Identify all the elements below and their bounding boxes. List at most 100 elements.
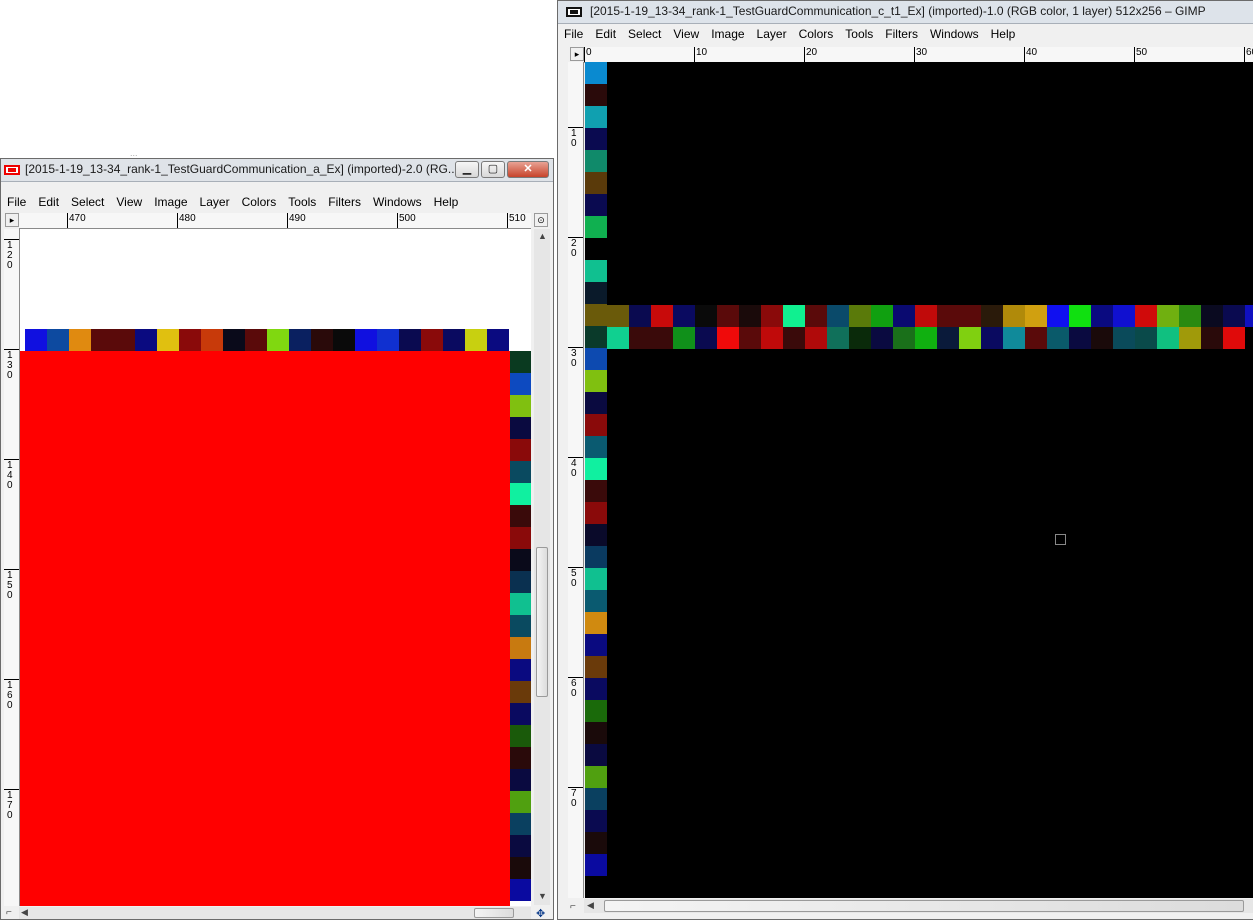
pixel-cell <box>739 327 761 349</box>
scroll-down-icon[interactable]: ▼ <box>538 891 547 901</box>
pixel-cell <box>673 305 695 327</box>
menu-edit[interactable]: Edit <box>32 195 65 209</box>
pixel-cell <box>585 414 607 436</box>
ruler-tick-label: 510 <box>509 213 526 224</box>
pixel-cell <box>245 329 267 351</box>
menu-filters[interactable]: Filters <box>322 195 367 209</box>
pixel-cell <box>915 305 937 327</box>
red-fill-region <box>20 351 510 906</box>
menu-filters[interactable]: Filters <box>879 27 924 41</box>
menu-select[interactable]: Select <box>622 27 667 41</box>
pixel-cell <box>585 722 607 744</box>
pixel-cell <box>585 436 607 458</box>
pixel-cell <box>585 84 607 106</box>
pixel-cell <box>1201 327 1223 349</box>
pixel-cell <box>510 461 531 483</box>
pixel-cell <box>585 62 607 84</box>
pixel-cell <box>1025 327 1047 349</box>
ruler-tick-mark <box>1134 47 1135 62</box>
pixel-cell <box>1113 327 1135 349</box>
window-a-titlebar[interactable]: [2015-1-19_13-34_rank-1_TestGuardCommuni… <box>1 159 553 182</box>
menu-tools[interactable]: Tools <box>282 195 322 209</box>
canvas-c[interactable] <box>585 62 1253 898</box>
pixel-cell <box>1003 327 1025 349</box>
vertical-ruler[interactable]: 120 130 140 150 160 170 <box>4 229 20 906</box>
menu-file[interactable]: File <box>558 27 589 41</box>
pixel-cell <box>179 329 201 351</box>
menu-layer[interactable]: Layer <box>751 27 793 41</box>
pixel-cell <box>510 769 531 791</box>
menu-layer[interactable]: Layer <box>194 195 236 209</box>
pixel-cell <box>871 327 893 349</box>
pixel-cell <box>585 458 607 480</box>
menu-colors[interactable]: Colors <box>236 195 283 209</box>
maximize-button[interactable]: ▢ <box>481 161 505 178</box>
menu-windows[interactable]: Windows <box>367 195 428 209</box>
pixel-cell <box>915 327 937 349</box>
pixel-cell <box>333 329 355 351</box>
menu-view[interactable]: View <box>667 27 705 41</box>
pixel-cell <box>510 351 531 373</box>
pixel-cell <box>981 305 1003 327</box>
ruler-tick-label: 150 <box>7 570 13 601</box>
vertical-scroll-thumb[interactable] <box>536 547 548 697</box>
menu-view[interactable]: View <box>110 195 148 209</box>
pixel-cell <box>510 813 531 835</box>
pixel-cell <box>510 505 531 527</box>
ruler-origin-button[interactable]: ▸ <box>5 213 19 227</box>
scroll-up-icon[interactable]: ▲ <box>538 231 547 241</box>
canvas-a[interactable] <box>20 229 531 906</box>
ruler-tick-label: 170 <box>7 790 13 821</box>
ruler-tick-label: 40 <box>571 458 577 479</box>
gimp-window-a: [2015-1-19_13-34_rank-1_TestGuardCommuni… <box>0 158 554 920</box>
pixel-cell <box>585 854 607 876</box>
pixel-cell <box>585 810 607 832</box>
horizontal-scroll-thumb[interactable] <box>474 908 514 918</box>
scroll-left-icon[interactable]: ◀ <box>21 907 28 918</box>
horizontal-scrollbar[interactable]: ◀ <box>19 907 531 919</box>
ruler-origin-button[interactable]: ▸ <box>570 47 584 61</box>
window-c-titlebar[interactable]: [2015-1-19_13-34_rank-1_TestGuardCommuni… <box>558 1 1253 24</box>
ruler-tick-mark <box>914 47 915 62</box>
menu-colors[interactable]: Colors <box>793 27 840 41</box>
vertical-ruler[interactable]: 10 20 30 40 50 60 70 <box>568 62 584 898</box>
horizontal-ruler[interactable]: 470 480 490 500 510 <box>19 213 531 229</box>
menu-edit[interactable]: Edit <box>589 27 622 41</box>
pixel-cell <box>465 329 487 351</box>
pixel-cell <box>585 568 607 590</box>
ruler-tick-label: 500 <box>399 213 416 224</box>
menu-file[interactable]: File <box>1 195 32 209</box>
ruler-tick-mark <box>1024 47 1025 62</box>
menu-tools[interactable]: Tools <box>839 27 879 41</box>
pixel-cell <box>399 329 421 351</box>
menu-help[interactable]: Help <box>985 27 1022 41</box>
zoom-toggle-icon[interactable]: ⊙ <box>534 213 548 227</box>
pixel-cell <box>893 327 915 349</box>
horizontal-ruler[interactable]: 0 10 20 30 40 50 60 <box>584 47 1253 63</box>
scroll-left-icon[interactable]: ◀ <box>587 900 594 911</box>
horizontal-scroll-thumb[interactable] <box>604 900 1244 912</box>
ruler-tick-label: 30 <box>916 47 928 58</box>
ruler-tick-mark <box>1244 47 1245 62</box>
pixel-cell <box>717 305 739 327</box>
quick-mask-icon[interactable]: ⌐ <box>6 907 12 918</box>
horizontal-scrollbar[interactable]: ◀ <box>584 899 1253 913</box>
menu-help[interactable]: Help <box>428 195 465 209</box>
minimize-button[interactable]: ▁ <box>455 161 479 178</box>
menu-windows[interactable]: Windows <box>924 27 985 41</box>
vertical-scrollbar[interactable]: ▲ ▼ <box>534 229 550 905</box>
close-button[interactable]: ✕ <box>507 161 549 178</box>
background-window: ... <box>0 0 555 158</box>
navigate-icon[interactable]: ✥ <box>536 907 545 919</box>
gimp-icon <box>566 7 582 17</box>
ruler-tick-label: 50 <box>1136 47 1148 58</box>
menu-select[interactable]: Select <box>65 195 110 209</box>
pixel-cell <box>585 546 607 568</box>
pixel-cell <box>849 327 871 349</box>
menu-image[interactable]: Image <box>148 195 193 209</box>
pixel-cell <box>585 634 607 656</box>
pixel-cell <box>25 329 47 351</box>
quick-mask-icon[interactable]: ⌐ <box>570 901 576 912</box>
menu-image[interactable]: Image <box>705 27 750 41</box>
background-title-fragment: ... <box>130 148 138 158</box>
